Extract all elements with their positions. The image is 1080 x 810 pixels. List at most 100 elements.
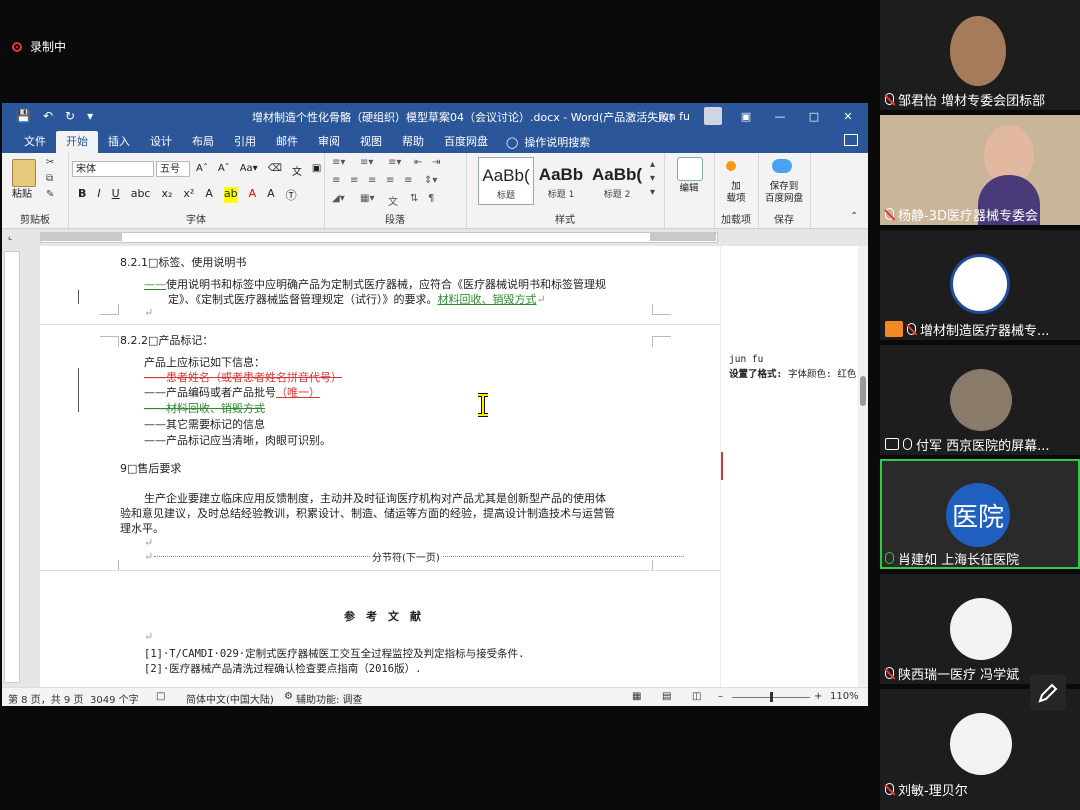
zoom-slider-thumb[interactable] (770, 692, 773, 702)
align-right-icon[interactable]: ≡ (368, 175, 376, 186)
comment-body[interactable]: 设置了格式: 字体颜色: 红色 (729, 366, 856, 380)
grow-font-icon[interactable]: Aˆ (196, 163, 208, 178)
user-avatar[interactable] (704, 107, 722, 125)
align-center-icon[interactable]: ≡ (350, 175, 358, 186)
redo-icon[interactable]: ↻ (65, 109, 75, 123)
tab-insert[interactable]: 插入 (98, 131, 140, 153)
decrease-indent-icon[interactable]: ⇤ (414, 157, 422, 168)
page-count[interactable]: 第 8 页，共 9 页 (8, 691, 83, 706)
char-shading-icon[interactable]: A (267, 187, 275, 203)
shading-icon[interactable]: ◢▾ (332, 193, 345, 204)
ribbon-display-icon[interactable]: ▣ (736, 110, 756, 123)
cut-icon[interactable]: ✂ (46, 157, 54, 168)
superscript-icon[interactable]: x² (183, 187, 194, 203)
document-page[interactable]: 8.2.1□标签、使用说明书 ——使用说明书和标签中应明确产品为定制式医疗器械，… (40, 246, 720, 687)
save-icon[interactable]: 💾 (16, 109, 31, 123)
print-layout-icon[interactable]: ▤ (662, 691, 671, 702)
collapse-ribbon-icon[interactable]: ⌃ (850, 211, 858, 222)
addins-icon[interactable] (726, 161, 736, 171)
tab-mailings[interactable]: 邮件 (266, 131, 308, 153)
justify-icon[interactable]: ≡ (386, 175, 394, 186)
participant-tile[interactable]: 增材制造医疗器械专... (880, 230, 1080, 340)
save-to-baidu-button[interactable]: 保存到 百度网盘 (758, 181, 810, 205)
format-painter-icon[interactable]: ✎ (46, 189, 54, 200)
strikethrough-icon[interactable]: abc (131, 187, 151, 203)
phonetic-guide-icon[interactable]: 文 (292, 163, 302, 178)
word-count[interactable]: 3049 个字 (90, 691, 139, 706)
comments-icon[interactable] (844, 134, 858, 146)
paste-button[interactable]: 粘贴 (12, 185, 32, 200)
addins-button[interactable]: 加 载项 (714, 181, 758, 205)
ruler-band[interactable] (40, 232, 718, 243)
vertical-scrollbar[interactable] (858, 246, 868, 687)
close-icon[interactable]: ✕ (838, 110, 858, 123)
tab-references[interactable]: 引用 (224, 131, 266, 153)
styles-scroll-up-icon[interactable]: ▴ (650, 159, 655, 170)
increase-indent-icon[interactable]: ⇥ (432, 157, 440, 168)
sort-icon[interactable]: ⇅ (410, 193, 418, 204)
zoom-in-icon[interactable]: + (814, 691, 822, 702)
web-layout-icon[interactable]: ◫ (692, 691, 701, 702)
accessibility-icon[interactable]: ⚙ (284, 691, 293, 702)
style-heading-1[interactable]: AaBb 标题 1 (534, 157, 588, 203)
font-name-select[interactable]: 宋体 (72, 161, 154, 177)
tab-file[interactable]: 文件 (14, 131, 56, 153)
align-left-icon[interactable]: ≡ (332, 175, 340, 186)
tab-selector-icon[interactable]: ⌞ (8, 232, 12, 242)
styles-more-icon[interactable]: ▾ (650, 187, 655, 198)
enclose-char-icon[interactable]: Ⓣ (286, 187, 297, 203)
chinese-layout-icon[interactable]: 文 (388, 193, 398, 208)
tab-design[interactable]: 设计 (140, 131, 182, 153)
style-heading-2[interactable]: AaBb( 标题 2 (590, 157, 644, 203)
participant-tile[interactable]: 付军 西京医院的屏幕... (880, 345, 1080, 455)
bullets-icon[interactable]: ≡▾ (332, 157, 345, 168)
tab-view[interactable]: 视图 (350, 131, 392, 153)
numbering-icon[interactable]: ≡▾ (360, 157, 373, 168)
proofing-icon[interactable]: □ (156, 691, 165, 702)
line-spacing-icon[interactable]: ⇕▾ (424, 175, 437, 186)
scroll-thumb[interactable] (860, 376, 866, 406)
font-color-icon[interactable]: A (249, 187, 257, 203)
tab-review[interactable]: 审阅 (308, 131, 350, 153)
show-marks-icon[interactable]: ¶ (428, 193, 434, 204)
baidu-cloud-icon[interactable] (772, 159, 792, 173)
read-mode-icon[interactable]: ▦ (632, 691, 641, 702)
styles-scroll-down-icon[interactable]: ▾ (650, 173, 655, 184)
copy-icon[interactable]: ⧉ (46, 173, 53, 184)
char-border-icon[interactable]: ▣ (312, 163, 321, 178)
change-case-icon[interactable]: Aa▾ (240, 163, 258, 178)
user-name[interactable]: jun fu (659, 110, 690, 123)
language[interactable]: 简体中文(中国大陆) (186, 691, 274, 706)
accessibility-status[interactable]: 辅助功能: 调查 (296, 691, 363, 706)
zoom-level[interactable]: 110% (830, 691, 859, 702)
bold-icon[interactable]: B (78, 187, 86, 203)
font-size-select[interactable]: 五号 (156, 161, 190, 177)
borders-icon[interactable]: ▦▾ (360, 193, 374, 204)
participant-tile[interactable]: 杨静-3D医疗器械专委会 (880, 115, 1080, 225)
undo-icon[interactable]: ↶ (43, 109, 53, 123)
distributed-icon[interactable]: ≡ (404, 175, 412, 186)
clear-format-icon[interactable]: ⌫ (268, 163, 282, 178)
shrink-font-icon[interactable]: Aˇ (218, 163, 230, 178)
maximize-icon[interactable]: □ (804, 110, 824, 123)
edit-group[interactable]: 编辑 (664, 153, 715, 228)
text-effect-icon[interactable]: A (205, 187, 213, 203)
italic-icon[interactable]: I (97, 187, 100, 203)
underline-icon[interactable]: U (112, 187, 120, 203)
minimize-icon[interactable]: — (770, 110, 790, 123)
zoom-out-icon[interactable]: – (718, 691, 723, 702)
quick-access-dropdown-icon[interactable]: ▾ (87, 109, 93, 123)
tab-home[interactable]: 开始 (56, 131, 98, 153)
tell-me-search[interactable]: ◯ 操作说明搜索 (506, 131, 590, 153)
highlight-icon[interactable]: ab (223, 187, 238, 203)
multilevel-list-icon[interactable]: ≡▾ (388, 157, 401, 168)
tab-layout[interactable]: 布局 (182, 131, 224, 153)
participant-tile[interactable]: 陕西瑞一医疗 冯学斌 (880, 574, 1080, 684)
tab-help[interactable]: 帮助 (392, 131, 434, 153)
expand-button[interactable] (1030, 675, 1066, 711)
tab-baidu[interactable]: 百度网盘 (434, 131, 498, 153)
participant-tile[interactable]: 邹君怡 增材专委会团标部 (880, 0, 1080, 110)
subscript-icon[interactable]: x₂ (161, 187, 172, 203)
paste-icon[interactable] (12, 159, 36, 187)
style-title[interactable]: AaBb( 标题 (478, 157, 534, 205)
